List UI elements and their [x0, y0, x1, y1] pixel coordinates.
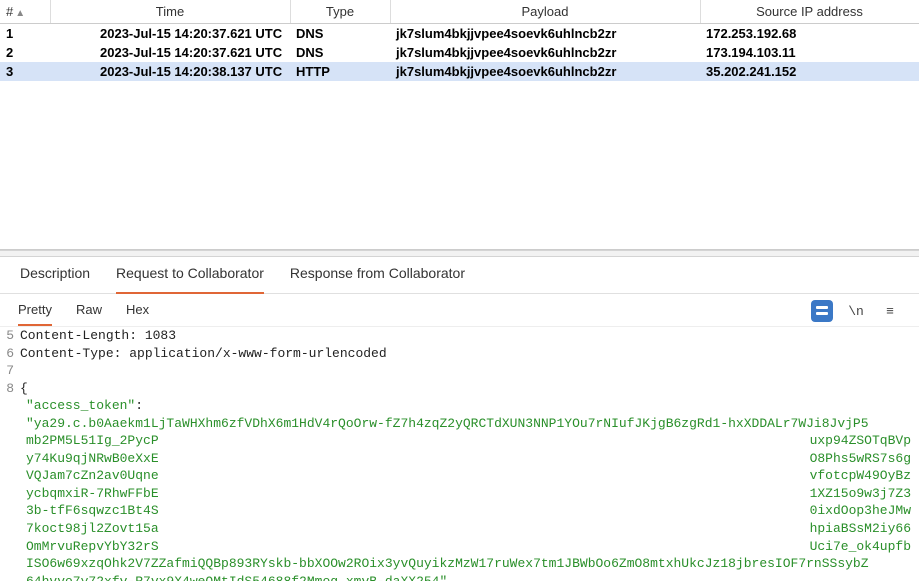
table-header-row: #▲ Time Type Payload Source IP address	[0, 0, 919, 24]
tab-hex[interactable]: Hex	[126, 302, 149, 321]
cell-num: 2	[0, 43, 50, 62]
code-text: Content-Length: 1083	[20, 327, 915, 345]
cell-ip: 35.202.241.152	[700, 62, 919, 81]
actions-icon[interactable]	[811, 300, 833, 322]
tab-pretty[interactable]: Pretty	[18, 302, 52, 321]
col-header-ip[interactable]: Source IP address	[700, 0, 919, 24]
menu-icon[interactable]: ≡	[879, 300, 901, 322]
cell-ip: 173.194.103.11	[700, 43, 919, 62]
line-gutter: 6	[4, 345, 20, 363]
cell-num: 3	[0, 62, 50, 81]
code-text: ycbqmxiR-7RhwFFbE1XZ15o9w3j7Z3	[4, 485, 915, 503]
table-row[interactable]: 12023-Jul-15 14:20:37.621 UTCDNSjk7slum4…	[0, 24, 919, 43]
code-text: 7koct98jl2Zovt15ahpiaBSsM2iy66	[4, 520, 915, 538]
code-text: 3b-tfF6sqwzc1Bt4S0ixdOop3heJMw	[4, 502, 915, 520]
col-header-type[interactable]: Type	[290, 0, 390, 24]
tab-response[interactable]: Response from Collaborator	[290, 265, 465, 287]
cell-time: 2023-Jul-15 14:20:37.621 UTC	[50, 43, 290, 62]
line-gutter: 7	[4, 362, 20, 380]
code-text	[20, 362, 915, 380]
code-text: "ya29.c.b0Aaekm1LjTaWHXhm6zfVDhX6m1HdV4r…	[4, 415, 915, 433]
code-text: mb2PM5L51Ig_2PycPuxp94ZSOTqBVp	[4, 432, 915, 450]
line-gutter: 5	[4, 327, 20, 345]
line-gutter: 8	[4, 380, 20, 398]
code-text: OmMrvuRepvYbY32rSUci7e_ok4upfb	[4, 538, 915, 556]
code-viewer[interactable]: 5Content-Length: 1083 6Content-Type: app…	[0, 327, 919, 581]
code-text: {	[20, 380, 915, 398]
table-row[interactable]: 32023-Jul-15 14:20:38.137 UTCHTTPjk7slum…	[0, 62, 919, 81]
table-row[interactable]: 22023-Jul-15 14:20:37.621 UTCDNSjk7slum4…	[0, 43, 919, 62]
code-text: y74Ku9qjNRwB0eXxEO8Phs5wRS7s6g	[4, 450, 915, 468]
cell-time: 2023-Jul-15 14:20:37.621 UTC	[50, 24, 290, 43]
tab-description[interactable]: Description	[20, 265, 90, 287]
tab-raw[interactable]: Raw	[76, 302, 102, 321]
col-header-payload[interactable]: Payload	[390, 0, 700, 24]
code-text: 64hvvo7y72xfv-R7vx9X4weQMtIdS54688f2Mmog…	[4, 573, 915, 581]
cell-type: HTTP	[290, 62, 390, 81]
view-tabs: Pretty Raw Hex \n ≡	[0, 294, 919, 327]
cell-payload: jk7slum4bkjjvpee4soevk6uhlncb2zr	[390, 62, 700, 81]
sort-asc-icon: ▲	[15, 8, 25, 19]
cell-payload: jk7slum4bkjjvpee4soevk6uhlncb2zr	[390, 24, 700, 43]
code-text: ISO6w69xzqOhk2V7ZZafmiQQBp893RYskb-bbXOO…	[4, 555, 915, 573]
cell-payload: jk7slum4bkjjvpee4soevk6uhlncb2zr	[390, 43, 700, 62]
split-divider[interactable]	[0, 250, 919, 257]
cell-type: DNS	[290, 24, 390, 43]
cell-ip: 172.253.192.68	[700, 24, 919, 43]
cell-num: 1	[0, 24, 50, 43]
code-text: VQJam7cZn2av0UqnevfotcpW49OyBz	[4, 467, 915, 485]
cell-type: DNS	[290, 43, 390, 62]
col-header-num[interactable]: #▲	[0, 0, 50, 24]
newline-toggle-icon[interactable]: \n	[845, 300, 867, 322]
code-text: "access_token":	[4, 397, 915, 415]
tab-request[interactable]: Request to Collaborator	[116, 265, 264, 287]
detail-tabs: Description Request to Collaborator Resp…	[0, 257, 919, 294]
cell-time: 2023-Jul-15 14:20:38.137 UTC	[50, 62, 290, 81]
col-header-time[interactable]: Time	[50, 0, 290, 24]
code-text: Content-Type: application/x-www-form-url…	[20, 345, 915, 363]
